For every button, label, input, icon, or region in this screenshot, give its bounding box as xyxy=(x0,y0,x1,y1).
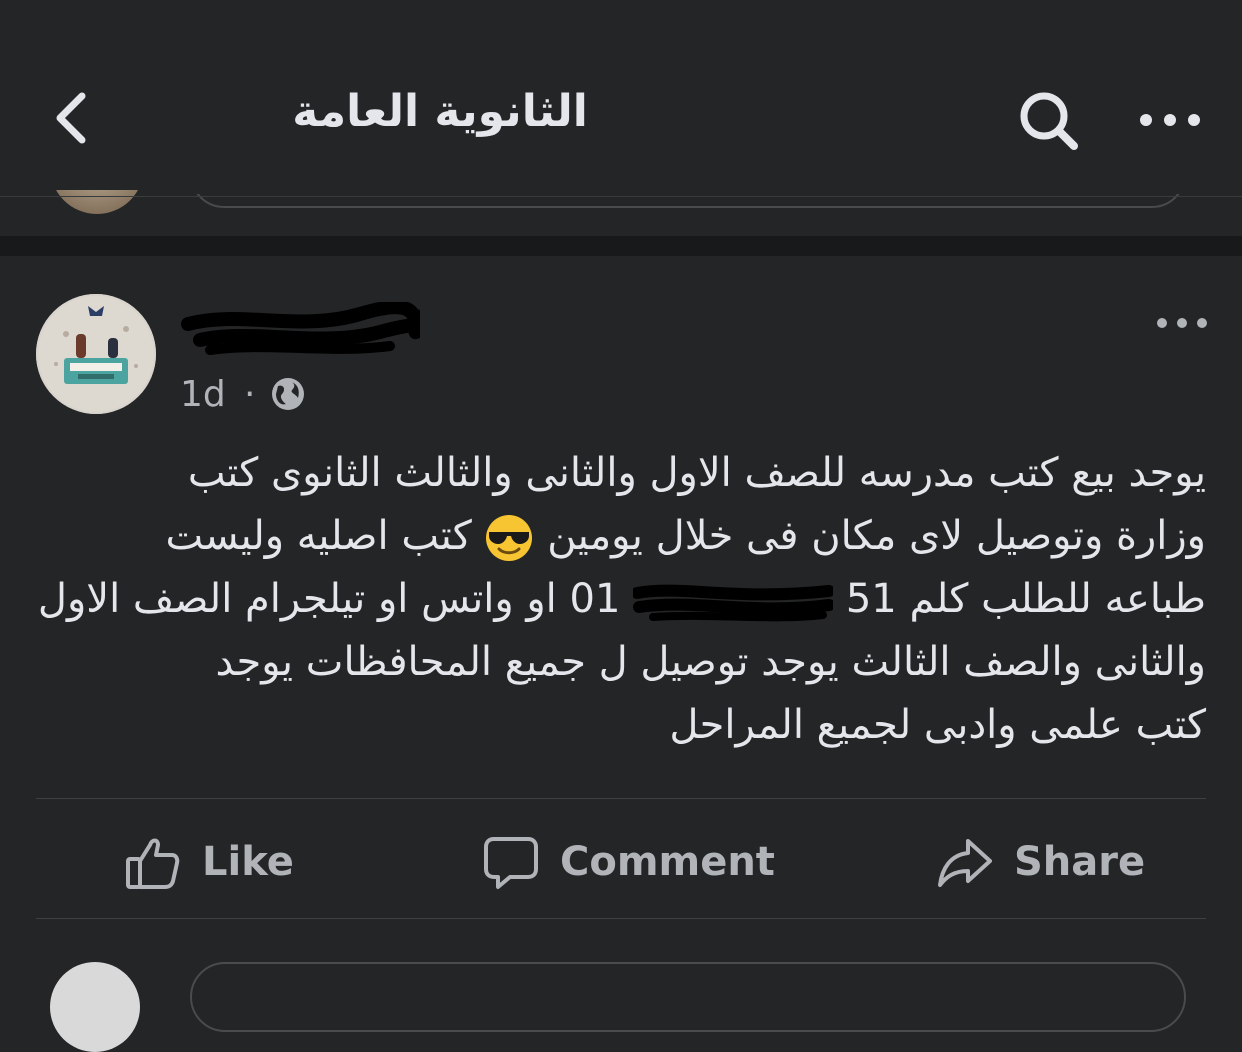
like-label: Like xyxy=(202,839,294,885)
comment-button[interactable]: Comment xyxy=(482,824,775,900)
comment-bubble-icon xyxy=(484,837,538,889)
globe-icon xyxy=(272,378,304,410)
phone-redaction-scribble xyxy=(633,584,834,622)
more-horizontal-icon xyxy=(1157,318,1207,328)
post-text-line: وزارة وتوصيل لاى مكان فى خلال يومين كتب … xyxy=(36,505,1206,568)
share-label: Share xyxy=(1014,839,1146,885)
header-more-button[interactable] xyxy=(1130,98,1210,142)
share-arrow-icon xyxy=(938,839,992,887)
phone-prefix: 01 xyxy=(569,576,621,622)
share-button[interactable]: Share xyxy=(936,824,1145,900)
sunglasses-emoji-icon xyxy=(486,515,533,561)
top-bar: الثانوية العامة xyxy=(0,0,1242,236)
redaction-scribble xyxy=(181,300,426,355)
post-text-line: كتب علمى وادبى لجميع المراحل xyxy=(669,702,1206,748)
feed-separator xyxy=(0,236,1242,256)
search-button[interactable] xyxy=(1016,88,1082,154)
post-text-segment: طباعه للطلب كلم xyxy=(909,576,1206,622)
avatar-image xyxy=(36,294,156,414)
post-body: يوجد بيع كتب مدرسه للصف الاول والثانى وا… xyxy=(36,442,1206,757)
more-horizontal-icon xyxy=(1140,114,1200,126)
header-divider xyxy=(0,196,1242,197)
post-more-button[interactable] xyxy=(1150,308,1214,338)
like-button[interactable]: Like xyxy=(124,824,294,900)
search-icon xyxy=(1020,92,1078,150)
next-item-avatar xyxy=(50,962,140,1052)
post-timestamp[interactable]: 1d xyxy=(180,374,226,415)
post-text-line: والثانى والصف الثالث يوجد توصيل ل جميع ا… xyxy=(215,639,1206,685)
comment-label: Comment xyxy=(560,839,775,885)
author-avatar[interactable] xyxy=(36,294,156,414)
page-title: الثانوية العامة xyxy=(292,86,588,137)
post-text-segment: او واتس او تيلجرام الصف الاول xyxy=(37,576,557,622)
post-text-segment: كتب اصليه وليست xyxy=(165,513,472,559)
next-item-input[interactable] xyxy=(190,962,1186,1032)
actions-bottom-divider xyxy=(36,918,1206,919)
meta-separator: · xyxy=(244,374,256,415)
post-text-segment: وزارة وتوصيل لاى مكان فى خلال يومين xyxy=(547,513,1206,559)
actions-top-divider xyxy=(36,798,1206,799)
thumbs-up-icon xyxy=(126,838,180,889)
chevron-left-icon xyxy=(56,92,86,144)
author-name-redacted[interactable] xyxy=(180,300,426,358)
phone-suffix: 51 xyxy=(845,576,897,622)
back-button[interactable] xyxy=(44,88,104,148)
post-text-line: يوجد بيع كتب مدرسه للصف الاول والثانى وا… xyxy=(187,450,1206,496)
post-text-line: طباعه للطلب كلم 51 01 او واتس او تيلجرام… xyxy=(36,568,1206,631)
post-card: 1d · يوجد بيع كتب مدرسه للصف الاول والثا… xyxy=(0,256,1242,1052)
